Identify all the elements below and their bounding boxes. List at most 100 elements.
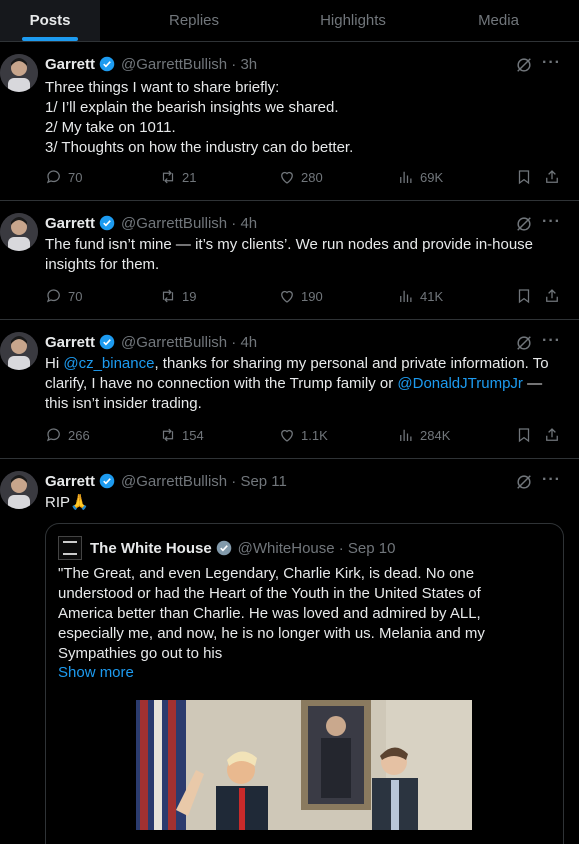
views-button[interactable]: 284K	[397, 426, 450, 444]
quote-handle-time[interactable]: @WhiteHouse · Sep 10	[238, 540, 396, 557]
author-name[interactable]: Garrett	[45, 215, 95, 232]
views-icon	[400, 290, 412, 302]
tab-highlights[interactable]: Highlights	[288, 0, 418, 41]
post-text: The fund isn’t mine — it’s my clients’. …	[45, 235, 565, 275]
verified-badge-icon	[99, 56, 115, 72]
more-icon[interactable]: ···	[542, 54, 561, 72]
author-handle-time[interactable]: @GarrettBullish · 4h	[121, 215, 257, 232]
avatar[interactable]	[0, 471, 38, 509]
views-icon	[400, 429, 412, 441]
gov-badge-icon	[216, 540, 231, 556]
repost-button[interactable]: 19	[159, 287, 196, 305]
grok-icon[interactable]	[515, 473, 533, 491]
author-name[interactable]: Garrett	[45, 56, 95, 73]
post[interactable]: Garrett @GarrettBullish · Sep 11 ··· RIP…	[0, 459, 579, 844]
reply-icon	[46, 289, 60, 303]
more-icon[interactable]: ···	[542, 332, 561, 350]
quote-line: America better than Charlie. He was love…	[58, 605, 481, 622]
grok-icon[interactable]	[515, 215, 533, 233]
text-segment: Hi	[45, 355, 64, 372]
quote-text: "The Great, and even Legendary, Charlie …	[58, 564, 552, 664]
quoted-post[interactable]: The White House @WhiteHouse · Sep 10 "Th…	[45, 523, 564, 844]
text-segment: , thanks for sharing my personal and pri…	[154, 355, 549, 372]
views-button[interactable]: 69K	[397, 168, 443, 186]
post-actions: 266 154 1.1K 284K	[45, 426, 565, 448]
post[interactable]: Garrett @GarrettBullish · 4h ··· Hi @cz_…	[0, 320, 579, 459]
repost-count: 21	[182, 169, 197, 185]
verified-badge-icon	[99, 334, 115, 350]
tab-posts-label: Posts	[29, 12, 71, 29]
views-button[interactable]: 41K	[397, 287, 443, 305]
bookmark-button[interactable]	[515, 287, 533, 305]
post[interactable]: Garrett @GarrettBullish · 4h ··· The fun…	[0, 201, 579, 320]
like-icon	[281, 429, 293, 442]
share-button[interactable]	[543, 426, 561, 444]
bookmark-button[interactable]	[515, 168, 533, 186]
post-line: Three things I want to share briefly:	[45, 79, 280, 96]
like-button[interactable]: 190	[278, 287, 323, 305]
post-line: clarify, I have no connection with the T…	[45, 374, 565, 394]
author-name[interactable]: Garrett	[45, 473, 95, 490]
share-icon	[546, 170, 558, 183]
mention-link[interactable]: @cz_binance	[63, 355, 154, 372]
white-house-avatar[interactable]	[58, 536, 82, 560]
post-text: Hi @cz_binance, thanks for sharing my pe…	[45, 354, 565, 414]
views-icon	[400, 171, 412, 183]
more-icon[interactable]: ···	[542, 213, 561, 231]
quote-author-name[interactable]: The White House	[90, 540, 212, 557]
repost-button[interactable]: 154	[159, 426, 204, 444]
quote-line: understood or had the Heart of the Youth…	[58, 585, 481, 602]
grok-icon[interactable]	[515, 56, 533, 74]
show-more-link[interactable]: Show more	[58, 664, 134, 681]
reply-button[interactable]: 70	[45, 168, 82, 186]
avatar[interactable]	[0, 332, 38, 370]
post-header: Garrett @GarrettBullish · 4h	[45, 213, 257, 233]
quote-photo[interactable]	[136, 700, 472, 830]
text-segment: clarify, I have no connection with the T…	[45, 375, 398, 392]
like-button[interactable]: 280	[278, 168, 323, 186]
tab-replies[interactable]: Replies	[100, 0, 288, 41]
reply-count: 70	[68, 288, 83, 304]
quote-line: especially me, and now, he is no longer …	[58, 625, 485, 642]
repost-button[interactable]: 21	[159, 168, 196, 186]
tab-posts[interactable]: Posts	[0, 0, 100, 41]
avatar[interactable]	[0, 213, 38, 251]
author-handle-time[interactable]: @GarrettBullish · Sep 11	[121, 473, 287, 490]
repost-icon	[162, 170, 174, 184]
quote-header: The White House @WhiteHouse · Sep 10	[58, 536, 395, 560]
avatar[interactable]	[0, 54, 38, 92]
share-button[interactable]	[543, 168, 561, 186]
post-line: Hi @cz_binance, thanks for sharing my pe…	[45, 354, 565, 374]
author-name[interactable]: Garrett	[45, 334, 95, 351]
reply-button[interactable]: 266	[45, 426, 90, 444]
post-header: Garrett @GarrettBullish · Sep 11	[45, 471, 287, 491]
like-icon	[281, 171, 293, 184]
post-line: 3/ Thoughts on how the industry can do b…	[45, 139, 354, 156]
verified-badge-icon	[99, 215, 115, 231]
author-handle-time[interactable]: @GarrettBullish · 4h	[121, 334, 257, 351]
quote-line: Sympathies go out to his	[58, 645, 223, 662]
reply-count: 266	[68, 427, 90, 443]
bookmark-button[interactable]	[515, 426, 533, 444]
post-actions: 70 19 190 41K	[45, 287, 565, 309]
reply-icon	[46, 428, 60, 442]
reply-button[interactable]: 70	[45, 287, 82, 305]
views-count: 69K	[420, 169, 444, 185]
repost-icon	[162, 428, 174, 442]
more-icon[interactable]: ···	[542, 471, 561, 489]
tab-media[interactable]: Media	[418, 0, 579, 41]
views-count: 284K	[420, 427, 451, 443]
post-text: Three things I want to share briefly: 1/…	[45, 78, 565, 158]
post-line: The fund isn’t mine — it’s my clients’. …	[45, 236, 534, 253]
like-button[interactable]: 1.1K	[278, 426, 328, 444]
reply-count: 70	[68, 169, 83, 185]
mention-link[interactable]: @DonaldJTrumpJr	[397, 375, 523, 392]
share-icon	[546, 428, 558, 441]
grok-icon[interactable]	[515, 334, 533, 352]
repost-icon	[162, 289, 174, 303]
author-handle-time[interactable]: @GarrettBullish · 3h	[121, 56, 257, 73]
post[interactable]: Garrett @GarrettBullish · 3h ··· Three t…	[0, 42, 579, 201]
post-header: Garrett @GarrettBullish · 4h	[45, 332, 257, 352]
share-button[interactable]	[543, 287, 561, 305]
views-count: 41K	[420, 288, 444, 304]
